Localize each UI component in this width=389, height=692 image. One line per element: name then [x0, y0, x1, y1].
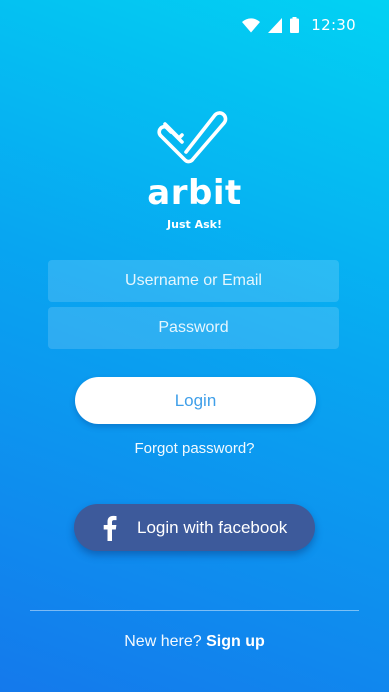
cellular-signal-icon — [268, 17, 283, 33]
status-bar: 12:30 — [242, 14, 356, 36]
login-button-label: Login — [174, 390, 217, 410]
login-screen: 12:30 arbit Just Ask! Login Forgot passw… — [0, 0, 389, 692]
signup-row: New here? Sign up — [0, 633, 389, 651]
facebook-login-label: Login with facebook — [137, 518, 288, 537]
facebook-icon — [103, 515, 117, 541]
battery-icon — [290, 17, 300, 33]
signup-prompt: New here? — [124, 633, 202, 650]
signup-link[interactable]: Sign up — [206, 633, 265, 650]
footer-divider — [30, 610, 359, 611]
brand-name: arbit — [147, 173, 242, 213]
status-time: 12:30 — [311, 16, 356, 34]
login-button[interactable]: Login — [75, 377, 316, 424]
forgot-password-link[interactable]: Forgot password? — [0, 440, 389, 457]
facebook-login-button[interactable]: Login with facebook — [74, 504, 315, 551]
password-input[interactable] — [48, 307, 339, 349]
checkmark-logo-icon — [157, 104, 233, 164]
wifi-icon — [242, 17, 261, 33]
username-input[interactable] — [48, 260, 339, 302]
brand-tagline: Just Ask! — [167, 218, 222, 231]
